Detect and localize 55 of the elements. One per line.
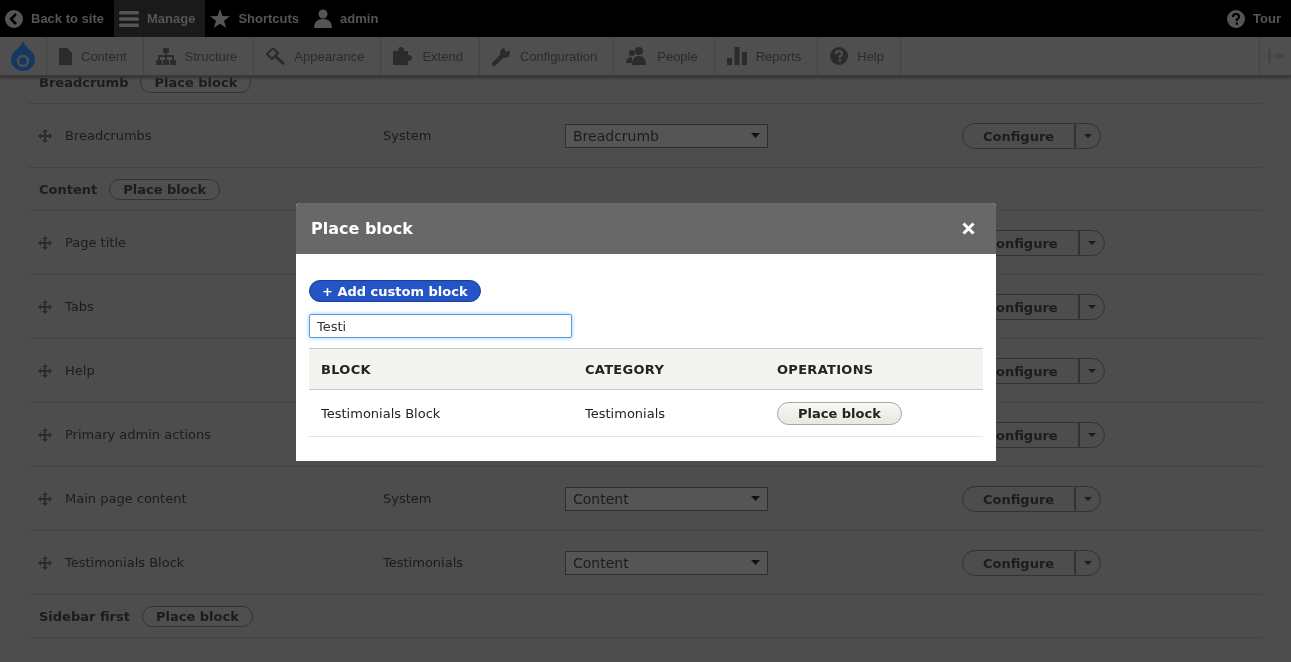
operations-dropdown[interactable] — [1078, 357, 1105, 384]
help-icon — [1227, 9, 1246, 28]
drag-handle-icon[interactable] — [38, 491, 52, 506]
operations-dropdown[interactable] — [1078, 421, 1105, 448]
table-cell: Testimonials — [585, 405, 666, 421]
caret-icon — [1084, 496, 1093, 501]
operations-dropdown[interactable] — [1075, 122, 1102, 149]
close-icon[interactable] — [962, 222, 975, 235]
dropdown-arrow-icon — [751, 496, 760, 501]
drag-handle-icon[interactable] — [38, 299, 52, 314]
drag-handle-icon[interactable] — [38, 363, 52, 378]
drag-handle-icon[interactable] — [38, 235, 52, 250]
region-select[interactable]: Content — [565, 550, 768, 575]
column-header: BLOCK — [321, 361, 371, 377]
toolbar-tab[interactable]: Back to site — [0, 0, 114, 37]
dialog-title: Place block — [311, 219, 413, 238]
operations-dropdown[interactable] — [1075, 485, 1102, 512]
caret-icon — [1087, 304, 1096, 309]
caret-icon — [1087, 240, 1096, 245]
caret-icon — [1087, 368, 1096, 373]
drag-handle-icon[interactable] — [38, 555, 52, 570]
drag-handle-icon[interactable] — [38, 427, 52, 442]
column-header: OPERATIONS — [777, 361, 874, 377]
document-icon — [59, 47, 72, 65]
drop-logo-icon[interactable] — [11, 41, 35, 71]
operations-dropdown[interactable] — [1078, 229, 1105, 256]
caret-icon — [1087, 432, 1096, 437]
toolbar-tab[interactable]: Manage — [114, 0, 206, 37]
toolbar-tab[interactable]: admin — [309, 0, 389, 37]
operations-dropdown[interactable] — [1078, 293, 1105, 320]
help-icon — [830, 47, 849, 65]
bar-chart-icon — [726, 47, 747, 65]
dropdown-arrow-icon — [751, 133, 760, 138]
table-cell: Testimonials Block — [321, 405, 441, 421]
sitemap-icon — [155, 47, 176, 65]
place-block-button[interactable]: Place block — [777, 401, 902, 425]
people-icon — [626, 47, 649, 65]
column-header: CATEGORY — [585, 361, 665, 377]
filter-field[interactable]: Testi — [309, 314, 572, 338]
toolbar-tab[interactable]: Shortcuts — [205, 0, 310, 37]
star-icon — [210, 9, 231, 28]
user-icon — [314, 9, 333, 28]
region-select[interactable]: Breadcrumb — [565, 123, 768, 148]
drag-handle-icon[interactable] — [38, 128, 52, 143]
tour-button[interactable]: Tour — [1222, 0, 1291, 37]
puzzle-icon — [393, 47, 414, 65]
caret-icon — [1084, 133, 1093, 138]
region-select[interactable]: Content — [565, 486, 768, 511]
add-custom-block-button[interactable]: + Add custom block — [309, 280, 481, 302]
operations-dropdown[interactable] — [1075, 549, 1102, 576]
wrench-icon — [491, 46, 511, 66]
caret-icon — [1084, 560, 1093, 565]
menu-icon — [119, 10, 139, 27]
brush-icon — [266, 47, 286, 65]
dropdown-arrow-icon — [751, 560, 760, 565]
